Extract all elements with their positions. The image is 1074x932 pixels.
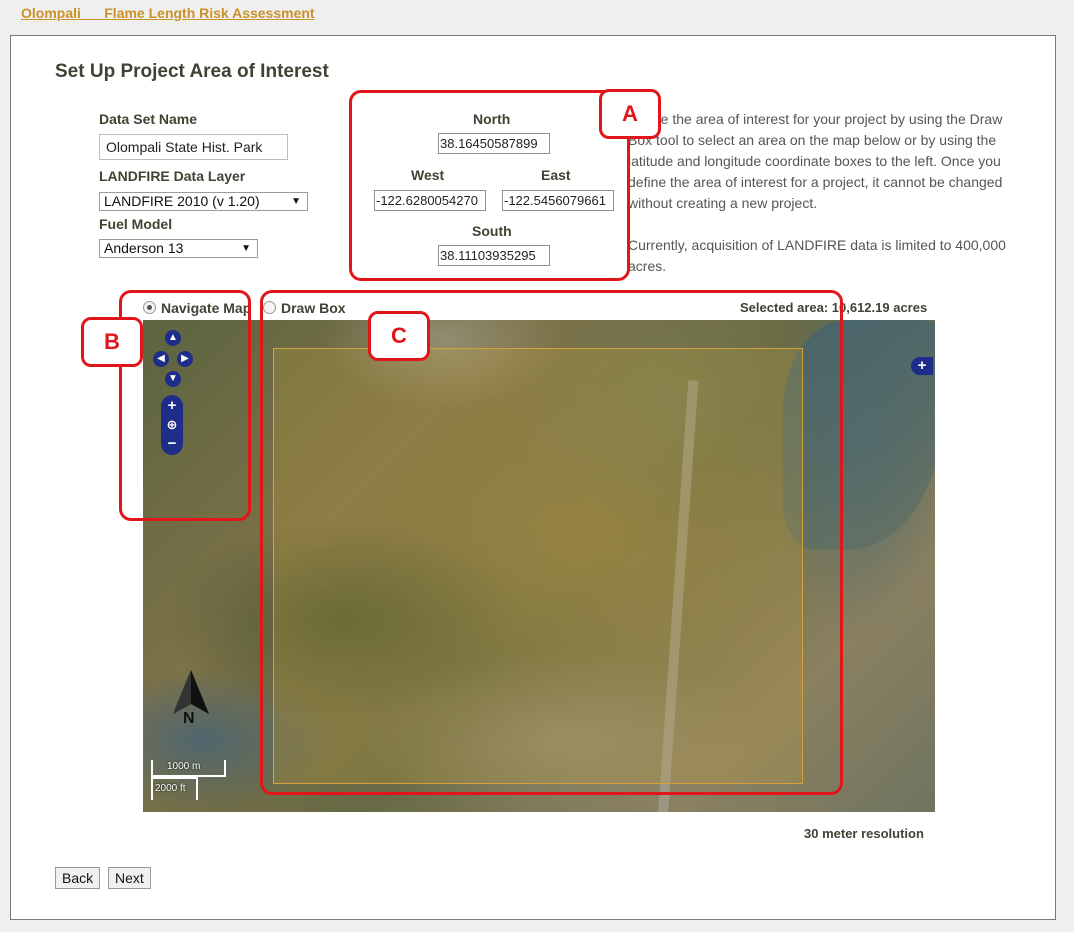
fuel-model-value: Anderson 13 (104, 240, 184, 256)
scale-bar: 1000 m 2000 ft (151, 760, 271, 800)
north-letter: N (183, 710, 195, 727)
help-text: Define the area of interest for your pro… (628, 109, 1020, 298)
resolution-text: 30 meter resolution (804, 826, 924, 841)
annotation-label-c: C (368, 311, 430, 361)
project-breadcrumb-link[interactable]: Olompali __ Flame Length Risk Assessment (21, 5, 315, 21)
dataset-name-label: Data Set Name (99, 111, 198, 127)
back-button[interactable]: Back (55, 867, 101, 889)
annotation-frame-a (349, 90, 630, 281)
scale-imperial: 2000 ft (155, 783, 186, 794)
dataset-name-input[interactable] (99, 134, 288, 160)
dropdown-arrow-icon: ▼ (241, 243, 251, 254)
help-paragraph-instructions: Define the area of interest for your pro… (628, 111, 1003, 211)
fuel-model-label: Fuel Model (99, 216, 173, 232)
dropdown-arrow-icon: ▼ (291, 196, 301, 207)
scale-metric: 1000 m (167, 761, 201, 772)
annotation-label-a: A (599, 89, 661, 139)
fuel-model-select[interactable]: Anderson 13 ▼ (99, 239, 258, 258)
next-button[interactable]: Next (108, 867, 151, 889)
landfire-layer-value: LANDFIRE 2010 (v 1.20) (104, 193, 260, 209)
page-title: Set Up Project Area of Interest (55, 61, 329, 82)
help-paragraph-limit: Currently, acquisition of LANDFIRE data … (628, 237, 1006, 274)
north-arrow-icon: N (171, 670, 211, 730)
annotation-label-b: B (81, 317, 143, 367)
annotation-frame-c (260, 290, 843, 795)
landfire-layer-label: LANDFIRE Data Layer (99, 168, 246, 184)
layer-switcher-plus-icon[interactable]: + (911, 357, 933, 375)
landfire-layer-select[interactable]: LANDFIRE 2010 (v 1.20) ▼ (99, 192, 308, 211)
